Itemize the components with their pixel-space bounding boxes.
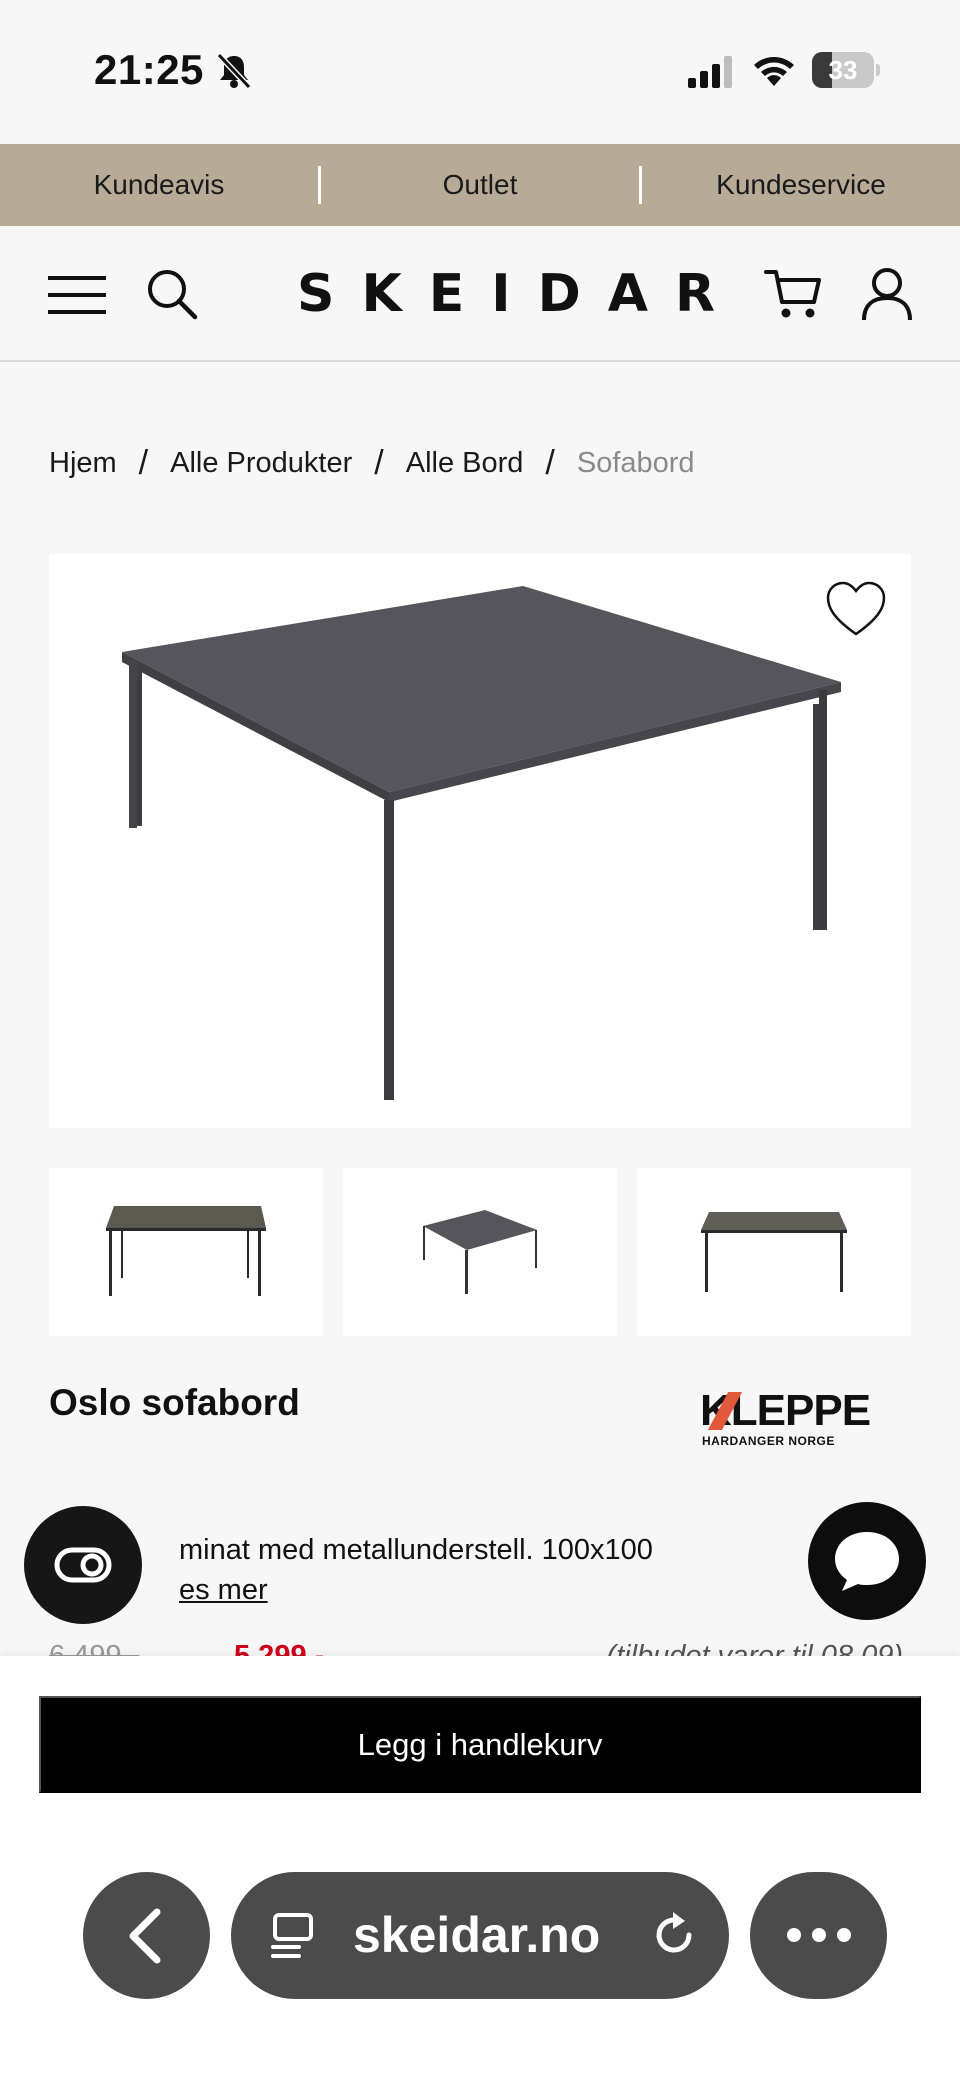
status-time: 21:25 [94,46,204,93]
product-table-image [122,586,841,1100]
product-main-image[interactable] [49,554,911,1128]
url-text: skeidar.no [353,1907,601,1963]
chevron-left-icon [129,1908,161,1964]
thumbnail[interactable] [637,1168,911,1336]
sticky-cart-bar: Legg i handlekurv skeidar.no [0,1656,960,2081]
breadcrumb-separator: / [545,443,555,482]
signal-icon [688,56,732,88]
product-description: minat med metallunderstell. 100x100 es m… [49,1530,849,1610]
search-icon[interactable] [146,268,198,320]
bell-slash-icon [216,52,252,90]
browser-more-button[interactable] [750,1872,887,1999]
brand-logo[interactable]: KLEPPE HARDANGER NORGE [700,1388,906,1452]
site-header: SKEIDAR [0,226,960,362]
brand-subtitle: HARDANGER NORGE [702,1434,835,1448]
battery-level: 33 [828,55,858,85]
description-text: minat med metallunderstell. 100x100 [179,1534,653,1566]
breadcrumb-separator: / [374,443,384,482]
browser-back-button[interactable] [83,1872,210,1999]
more-icon [787,1928,851,1942]
breadcrumb-home[interactable]: Hjem [49,447,117,480]
cookie-toggle-icon [54,1547,112,1583]
breadcrumb: Hjem / Alle Produkter / Alle Bord / Sofa… [49,440,695,486]
breadcrumb-separator: / [138,443,149,482]
wifi-icon [754,57,794,86]
link-kundeservice[interactable]: Kundeservice [642,144,960,226]
status-bar: 21:25 33 [0,0,960,144]
breadcrumb-current: Sofabord [576,446,695,479]
product-title: Oslo sofabord [49,1382,300,1423]
thumbnail-strip [49,1168,911,1336]
read-more-link[interactable]: es mer [179,1570,268,1610]
chat-icon [835,1532,899,1591]
chat-button[interactable] [808,1502,926,1620]
add-to-cart-button[interactable]: Legg i handlekurv [39,1696,921,1793]
breadcrumb-all-products[interactable]: Alle Produkter [170,447,352,480]
browser-address-bar[interactable]: skeidar.no [231,1872,729,1999]
menu-icon[interactable] [48,276,106,314]
top-links-strip: Kundeavis Outlet Kundeservice [0,144,960,226]
link-outlet[interactable]: Outlet [321,144,639,226]
cookie-settings-button[interactable] [24,1506,142,1624]
breadcrumb-all-tables[interactable]: Alle Bord [406,447,524,480]
heart-icon[interactable] [825,580,887,638]
battery-indicator: 33 [812,52,880,88]
cart-icon[interactable] [764,266,822,322]
thumbnail[interactable] [49,1168,323,1336]
site-logo[interactable]: SKEIDAR [270,262,715,326]
reader-icon [271,1913,313,1958]
user-icon[interactable] [860,266,914,322]
reload-icon[interactable] [649,1910,699,1960]
link-kundeavis[interactable]: Kundeavis [0,144,318,226]
thumbnail[interactable] [343,1168,617,1336]
